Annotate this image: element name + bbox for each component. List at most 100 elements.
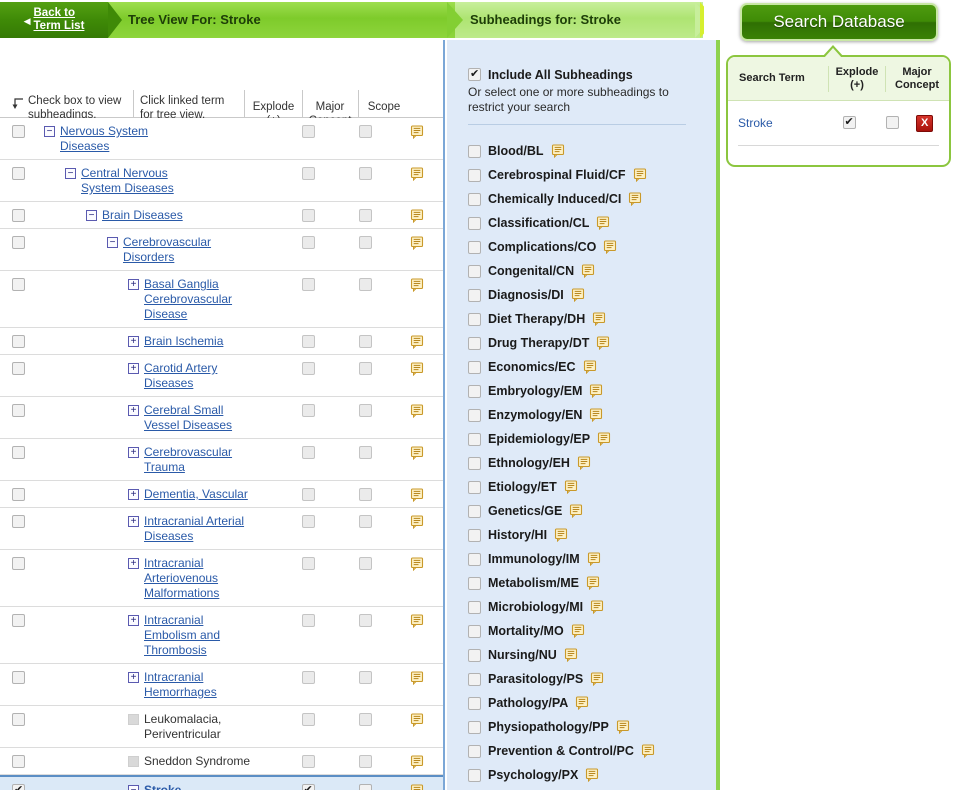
list-item[interactable]: Congenital/CN	[468, 259, 716, 283]
tree-row-select-checkbox[interactable]	[12, 783, 25, 790]
scope-note-icon[interactable]	[410, 446, 424, 460]
collapse-toggle-icon[interactable]: −	[86, 210, 97, 221]
list-item[interactable]: Epidemiology/EP	[468, 427, 716, 451]
scope-note-icon[interactable]	[410, 404, 424, 418]
list-item[interactable]: Parasitology/PS	[468, 667, 716, 691]
back-to-term-list-button[interactable]: ◀ Back to Term List	[0, 2, 108, 38]
tree-term-link[interactable]: Cerebrovascular Trauma	[144, 445, 250, 475]
list-item[interactable]: Enzymology/EN	[468, 403, 716, 427]
subheading-scope-note-icon[interactable]	[564, 480, 578, 494]
subheading-scope-note-icon[interactable]	[590, 600, 604, 614]
tree-row-explode-checkbox[interactable]	[301, 167, 315, 180]
tree-row-explode-checkbox[interactable]	[301, 404, 315, 417]
tree-row-select-checkbox[interactable]	[12, 278, 25, 291]
subheading-scope-note-icon[interactable]	[592, 312, 606, 326]
list-item[interactable]: Genetics/GE	[468, 499, 716, 523]
subheading-scope-note-icon[interactable]	[589, 408, 603, 422]
subheading-checkbox[interactable]	[468, 312, 481, 326]
tree-row-select-checkbox[interactable]	[12, 167, 25, 180]
expand-toggle-icon[interactable]: +	[128, 489, 139, 500]
subheading-scope-note-icon[interactable]	[587, 552, 601, 566]
expand-toggle-icon[interactable]: +	[128, 447, 139, 458]
tree-row-major-checkbox[interactable]	[358, 614, 372, 627]
subheading-checkbox[interactable]	[468, 144, 481, 158]
search-term-explode-checkbox[interactable]	[842, 115, 856, 129]
subheading-checkbox[interactable]	[468, 648, 481, 662]
subheading-scope-note-icon[interactable]	[581, 264, 595, 278]
scope-note-icon[interactable]	[410, 784, 424, 790]
subheading-scope-note-icon[interactable]	[586, 576, 600, 590]
tree-row-select-checkbox[interactable]	[12, 515, 25, 528]
scope-note-icon[interactable]	[410, 362, 424, 376]
tree-row-major-checkbox[interactable]	[358, 167, 372, 180]
collapse-toggle-icon[interactable]: −	[107, 237, 118, 248]
subheading-scope-note-icon[interactable]	[597, 432, 611, 446]
subheading-checkbox[interactable]	[468, 672, 481, 686]
tree-term-link[interactable]: Basal Ganglia Cerebrovascular Disease	[144, 277, 250, 322]
tree-term-link[interactable]: Brain Diseases	[102, 208, 183, 223]
tree-term-link[interactable]: Cerebrovascular Disorders	[123, 235, 229, 265]
subheading-checkbox[interactable]	[468, 168, 481, 182]
tree-term-link[interactable]: Brain Ischemia	[144, 334, 223, 349]
list-item[interactable]: Psychology/PX	[468, 763, 716, 787]
tree-row-major-checkbox[interactable]	[358, 125, 372, 138]
tree-row-select-checkbox[interactable]	[12, 209, 25, 222]
tree-row-major-checkbox[interactable]	[358, 335, 372, 348]
tree-term-link[interactable]: Intracranial Arterial Diseases	[144, 514, 250, 544]
list-item[interactable]: Classification/CL	[468, 211, 716, 235]
collapse-toggle-icon[interactable]: −	[128, 785, 139, 790]
subheading-checkbox[interactable]	[468, 744, 481, 758]
subheading-scope-note-icon[interactable]	[628, 192, 642, 206]
tree-row-select-checkbox[interactable]	[12, 446, 25, 459]
subheading-checkbox[interactable]	[468, 504, 481, 518]
tree-term-link[interactable]: Stroke	[144, 783, 181, 790]
subheading-checkbox[interactable]	[468, 336, 481, 350]
subheading-checkbox[interactable]	[468, 696, 481, 710]
list-item[interactable]: Ethnology/EH	[468, 451, 716, 475]
list-item[interactable]: History/HI	[468, 523, 716, 547]
subheading-checkbox[interactable]	[468, 288, 481, 302]
tree-row-select-checkbox[interactable]	[12, 335, 25, 348]
tree-row-major-checkbox[interactable]	[358, 488, 372, 501]
expand-toggle-icon[interactable]: +	[128, 336, 139, 347]
subheading-scope-note-icon[interactable]	[596, 336, 610, 350]
subheading-scope-note-icon[interactable]	[590, 672, 604, 686]
subheading-checkbox[interactable]	[468, 432, 481, 446]
tree-row-explode-checkbox[interactable]	[301, 278, 315, 291]
tree-term-link[interactable]: Intracranial Arteriovenous Malformations	[144, 556, 250, 601]
collapse-toggle-icon[interactable]: −	[44, 126, 55, 137]
subheading-checkbox[interactable]	[468, 768, 481, 782]
list-item[interactable]: Pathology/PA	[468, 691, 716, 715]
scope-note-icon[interactable]	[410, 614, 424, 628]
tree-row-explode-checkbox[interactable]	[301, 515, 315, 528]
tree-row-explode-checkbox[interactable]	[301, 209, 315, 222]
list-item[interactable]: Chemically Induced/CI	[468, 187, 716, 211]
subheading-checkbox[interactable]	[468, 384, 481, 398]
subheading-scope-note-icon[interactable]	[589, 384, 603, 398]
tree-row-explode-checkbox[interactable]	[301, 671, 315, 684]
search-term-major-checkbox[interactable]	[885, 116, 899, 129]
list-item[interactable]: Nursing/NU	[468, 643, 716, 667]
tree-row-select-checkbox[interactable]	[12, 614, 25, 627]
tree-term-link[interactable]: Cerebral Small Vessel Diseases	[144, 403, 250, 433]
expand-toggle-icon[interactable]: +	[128, 672, 139, 683]
tree-row-explode-checkbox[interactable]	[301, 783, 315, 790]
tree-term-link[interactable]: Nervous System Diseases	[60, 124, 166, 154]
tree-row-explode-checkbox[interactable]	[301, 362, 315, 375]
tree-row-explode-checkbox[interactable]	[301, 614, 315, 627]
subheading-checkbox[interactable]	[468, 192, 481, 206]
scope-note-icon[interactable]	[410, 125, 424, 139]
list-item[interactable]: Prevention & Control/PC	[468, 739, 716, 763]
list-item[interactable]: Immunology/IM	[468, 547, 716, 571]
expand-toggle-icon[interactable]: +	[128, 516, 139, 527]
tree-row-major-checkbox[interactable]	[358, 784, 372, 790]
subheading-checkbox[interactable]	[468, 264, 481, 278]
scope-note-icon[interactable]	[410, 671, 424, 685]
subheading-checkbox[interactable]	[468, 360, 481, 374]
tree-row-major-checkbox[interactable]	[358, 404, 372, 417]
tree-row-select-checkbox[interactable]	[12, 488, 25, 501]
tree-row-major-checkbox[interactable]	[358, 671, 372, 684]
tree-row-explode-checkbox[interactable]	[301, 125, 315, 138]
scope-note-icon[interactable]	[410, 755, 424, 769]
collapse-toggle-icon[interactable]: −	[65, 168, 76, 179]
